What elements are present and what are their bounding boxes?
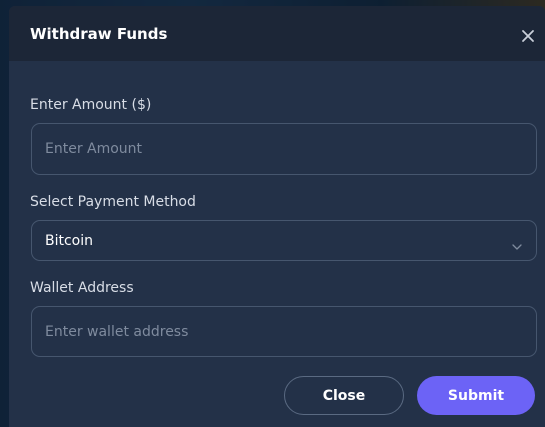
payment-method-select[interactable]: Bitcoin bbox=[31, 220, 537, 261]
wallet-address-label: Wallet Address bbox=[30, 280, 134, 296]
close-icon[interactable] bbox=[521, 28, 535, 42]
chevron-down-icon bbox=[512, 236, 522, 250]
close-button[interactable]: Close bbox=[284, 376, 404, 415]
payment-method-value: Bitcoin bbox=[45, 232, 94, 249]
submit-button[interactable]: Submit bbox=[417, 376, 535, 415]
amount-input[interactable] bbox=[31, 123, 537, 175]
payment-method-label: Select Payment Method bbox=[30, 194, 196, 210]
modal-title: Withdraw Funds bbox=[30, 24, 168, 43]
amount-label: Enter Amount ($) bbox=[30, 97, 152, 113]
modal-header: Withdraw Funds bbox=[9, 6, 545, 61]
withdraw-funds-modal: Withdraw Funds Enter Amount ($) Select P… bbox=[9, 6, 545, 427]
wallet-address-input[interactable] bbox=[31, 306, 537, 357]
